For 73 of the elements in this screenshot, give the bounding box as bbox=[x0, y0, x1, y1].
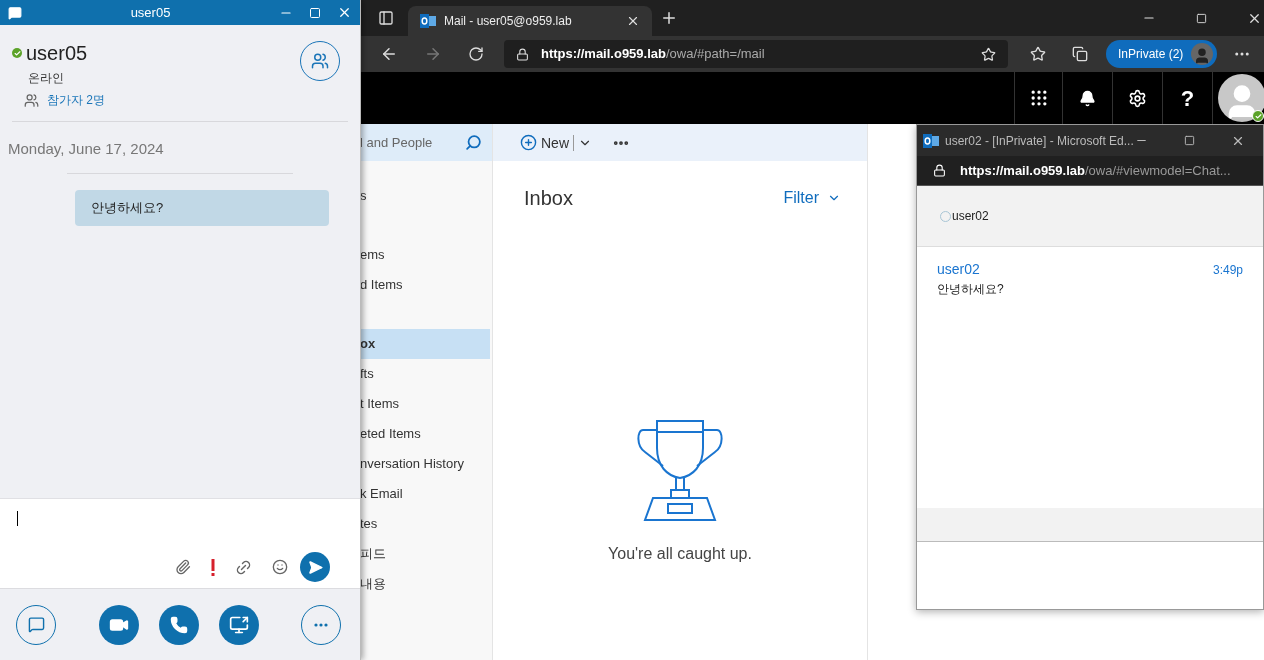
close-icon[interactable] bbox=[337, 5, 352, 20]
text-cursor bbox=[17, 511, 18, 526]
filter-button[interactable]: Filter bbox=[783, 186, 841, 210]
emoji-icon[interactable] bbox=[272, 559, 288, 575]
maximize-icon[interactable] bbox=[1184, 135, 1195, 146]
date-label: Monday, June 17, 2024 bbox=[8, 139, 165, 159]
new-tab-icon[interactable] bbox=[660, 9, 678, 27]
chat-icon bbox=[8, 5, 22, 20]
settings-icon bbox=[1128, 88, 1147, 108]
presence-badge bbox=[1252, 110, 1264, 122]
close-tab-icon[interactable] bbox=[626, 14, 640, 28]
participants-icon bbox=[24, 92, 39, 108]
folder-item[interactable]: 피드 bbox=[360, 539, 490, 569]
send-icon bbox=[307, 559, 323, 575]
share-screen-button[interactable] bbox=[219, 604, 259, 645]
folder-item[interactable]: nversation History bbox=[360, 449, 490, 479]
folder-item[interactable]: s bbox=[360, 181, 490, 211]
url-text: https://mail.o959.lab/owa/#path=/mail bbox=[541, 45, 766, 64]
message-text: 안녕하세요? bbox=[937, 281, 1005, 298]
outlook-icon bbox=[420, 14, 436, 28]
sender-name: user02 bbox=[937, 260, 980, 279]
window-title: user05 bbox=[129, 3, 172, 22]
inprivate-badge[interactable]: InPrivate (2) bbox=[1106, 40, 1218, 68]
call-button[interactable] bbox=[159, 604, 199, 645]
list-title: Inbox bbox=[524, 186, 573, 211]
add-people-icon bbox=[311, 52, 329, 70]
folder-item[interactable]: tes bbox=[360, 509, 490, 539]
folder-item[interactable]: eted Items bbox=[360, 419, 490, 449]
browser-tab[interactable]: Mail - user05@o959.lab bbox=[408, 6, 652, 36]
screen-share-icon bbox=[229, 614, 249, 635]
contact-name: user05 bbox=[26, 41, 88, 65]
add-favorite-icon[interactable] bbox=[981, 46, 996, 62]
video-button[interactable] bbox=[99, 604, 139, 645]
attach-icon[interactable] bbox=[175, 559, 191, 575]
tab-actions-icon[interactable] bbox=[378, 10, 394, 26]
forward-icon[interactable] bbox=[424, 45, 442, 63]
url-text: https://mail.o959.lab/owa/#viewmodel=Chat... bbox=[960, 161, 1231, 180]
address-bar[interactable]: https://mail.o959.lab/owa/#path=/mail bbox=[504, 40, 1008, 68]
message-time: 3:49p bbox=[1212, 261, 1243, 279]
chat-icon bbox=[27, 616, 45, 633]
profile-avatar[interactable] bbox=[1218, 74, 1264, 122]
send-button[interactable] bbox=[300, 552, 330, 582]
folder-item[interactable]: k Email bbox=[360, 479, 490, 509]
window-title: user02 - [InPrivate] - Microsoft Ed... bbox=[945, 132, 1135, 150]
priority-icon[interactable] bbox=[211, 558, 215, 576]
folder-item[interactable]: ox bbox=[360, 329, 490, 359]
participants-link[interactable]: 참가자 2명 bbox=[47, 91, 105, 109]
folder-item[interactable]: ems bbox=[360, 240, 490, 270]
folder-item[interactable]: d Items bbox=[360, 270, 490, 300]
contact-name: user02 bbox=[952, 208, 989, 225]
message-input[interactable] bbox=[917, 542, 1263, 609]
more-icon bbox=[314, 622, 328, 627]
folder-item[interactable]: fts bbox=[360, 359, 490, 389]
collections-icon[interactable] bbox=[1072, 46, 1088, 62]
lock-icon bbox=[516, 47, 529, 61]
search-field[interactable]: l and People bbox=[360, 124, 492, 161]
avatar-icon bbox=[1191, 43, 1214, 65]
empty-message: You're all caught up. bbox=[608, 544, 752, 564]
compose-field[interactable] bbox=[0, 498, 360, 588]
status-text: 온라인 bbox=[28, 70, 65, 87]
refresh-icon[interactable] bbox=[468, 46, 484, 62]
phone-icon bbox=[170, 615, 188, 634]
search-icon[interactable] bbox=[465, 134, 482, 151]
back-icon[interactable] bbox=[380, 45, 398, 63]
bell-icon bbox=[1079, 89, 1096, 107]
new-button[interactable]: New bbox=[520, 134, 592, 151]
plus-icon bbox=[520, 134, 537, 151]
outlook-icon bbox=[923, 133, 939, 148]
maximize-icon[interactable] bbox=[1196, 12, 1207, 24]
lock-icon bbox=[933, 164, 946, 177]
favorites-icon[interactable] bbox=[1030, 46, 1046, 62]
folder-item[interactable]: 내용 bbox=[360, 569, 490, 599]
message-bubble: 안녕하세요? bbox=[75, 189, 329, 226]
